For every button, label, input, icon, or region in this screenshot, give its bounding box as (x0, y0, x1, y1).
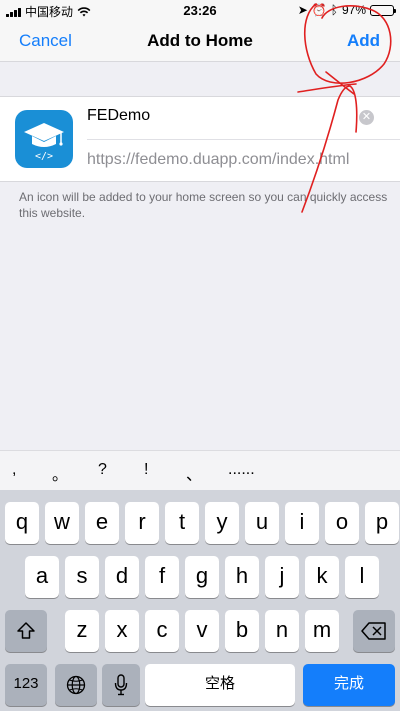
microphone-key[interactable] (102, 664, 140, 706)
key-q[interactable]: q (5, 502, 39, 544)
key-p[interactable]: p (365, 502, 399, 544)
key-g[interactable]: g (185, 556, 219, 598)
navigation-bar: Cancel Add to Home Add (0, 20, 400, 62)
key-n[interactable]: n (265, 610, 299, 652)
key-j[interactable]: j (265, 556, 299, 598)
backspace-icon (361, 622, 386, 640)
globe-key[interactable] (55, 664, 97, 706)
divider (87, 139, 400, 140)
candidate-comma[interactable]: , (12, 461, 16, 479)
key-z[interactable]: z (65, 610, 99, 652)
key-c[interactable]: c (145, 610, 179, 652)
candidate-enumeration-comma[interactable]: 、 (186, 461, 202, 485)
candidate-ellipsis[interactable]: ...... (228, 461, 255, 479)
done-key[interactable]: 完成 (303, 664, 395, 706)
battery-icon (370, 4, 396, 16)
numbers-key[interactable]: 123 (5, 664, 47, 706)
key-x[interactable]: x (105, 610, 139, 652)
shift-arrow-icon (17, 622, 35, 639)
clear-text-button[interactable]: ✕ (359, 110, 374, 125)
page-title: Add to Home (147, 31, 253, 50)
key-m[interactable]: m (305, 610, 339, 652)
candidate-bar: , 。 ? ! 、 ...... (0, 450, 400, 490)
key-y[interactable]: y (205, 502, 239, 544)
key-u[interactable]: u (245, 502, 279, 544)
key-r[interactable]: r (125, 502, 159, 544)
location-icon: ➤ (297, 3, 308, 17)
key-k[interactable]: k (305, 556, 339, 598)
bookmark-card: </> FEDemo ✕ https://fedemo.duapp.com/in… (0, 96, 400, 182)
name-input[interactable]: FEDemo (87, 107, 150, 125)
microphone-icon (114, 674, 128, 696)
arrow-head-stroke (297, 71, 357, 95)
bluetooth-icon: ᛒ (330, 3, 338, 17)
candidate-question[interactable]: ? (98, 461, 107, 479)
key-a[interactable]: a (25, 556, 59, 598)
key-l[interactable]: l (345, 556, 379, 598)
key-w[interactable]: w (45, 502, 79, 544)
key-f[interactable]: f (145, 556, 179, 598)
keyboard: q w e r t y u i o p a s d f g h j k l z … (0, 490, 400, 711)
app-icon: </> (15, 110, 73, 168)
key-h[interactable]: h (225, 556, 259, 598)
shift-key[interactable] (5, 610, 47, 652)
icon-code-text: </> (35, 151, 53, 162)
key-v[interactable]: v (185, 610, 219, 652)
description-text: An icon will be added to your home scree… (19, 190, 388, 220)
key-e[interactable]: e (85, 502, 119, 544)
key-i[interactable]: i (285, 502, 319, 544)
status-bar: 中国移动 23:26 ➤ ⏰ ᛒ 97% (0, 0, 400, 20)
key-t[interactable]: t (165, 502, 199, 544)
space-key[interactable]: 空格 (145, 664, 295, 706)
battery-percent: 97% (341, 3, 366, 17)
key-d[interactable]: d (105, 556, 139, 598)
delete-key[interactable] (353, 610, 395, 652)
candidate-period[interactable]: 。 (52, 461, 68, 485)
globe-icon (66, 675, 86, 695)
graduation-cap-icon: </> (24, 123, 64, 162)
add-button[interactable]: Add (347, 31, 380, 51)
key-s[interactable]: s (65, 556, 99, 598)
candidate-exclamation[interactable]: ! (144, 461, 148, 479)
url-text: https://fedemo.duapp.com/index.html (87, 151, 350, 168)
key-o[interactable]: o (325, 502, 359, 544)
key-b[interactable]: b (225, 610, 259, 652)
alarm-icon: ⏰ (311, 3, 327, 17)
